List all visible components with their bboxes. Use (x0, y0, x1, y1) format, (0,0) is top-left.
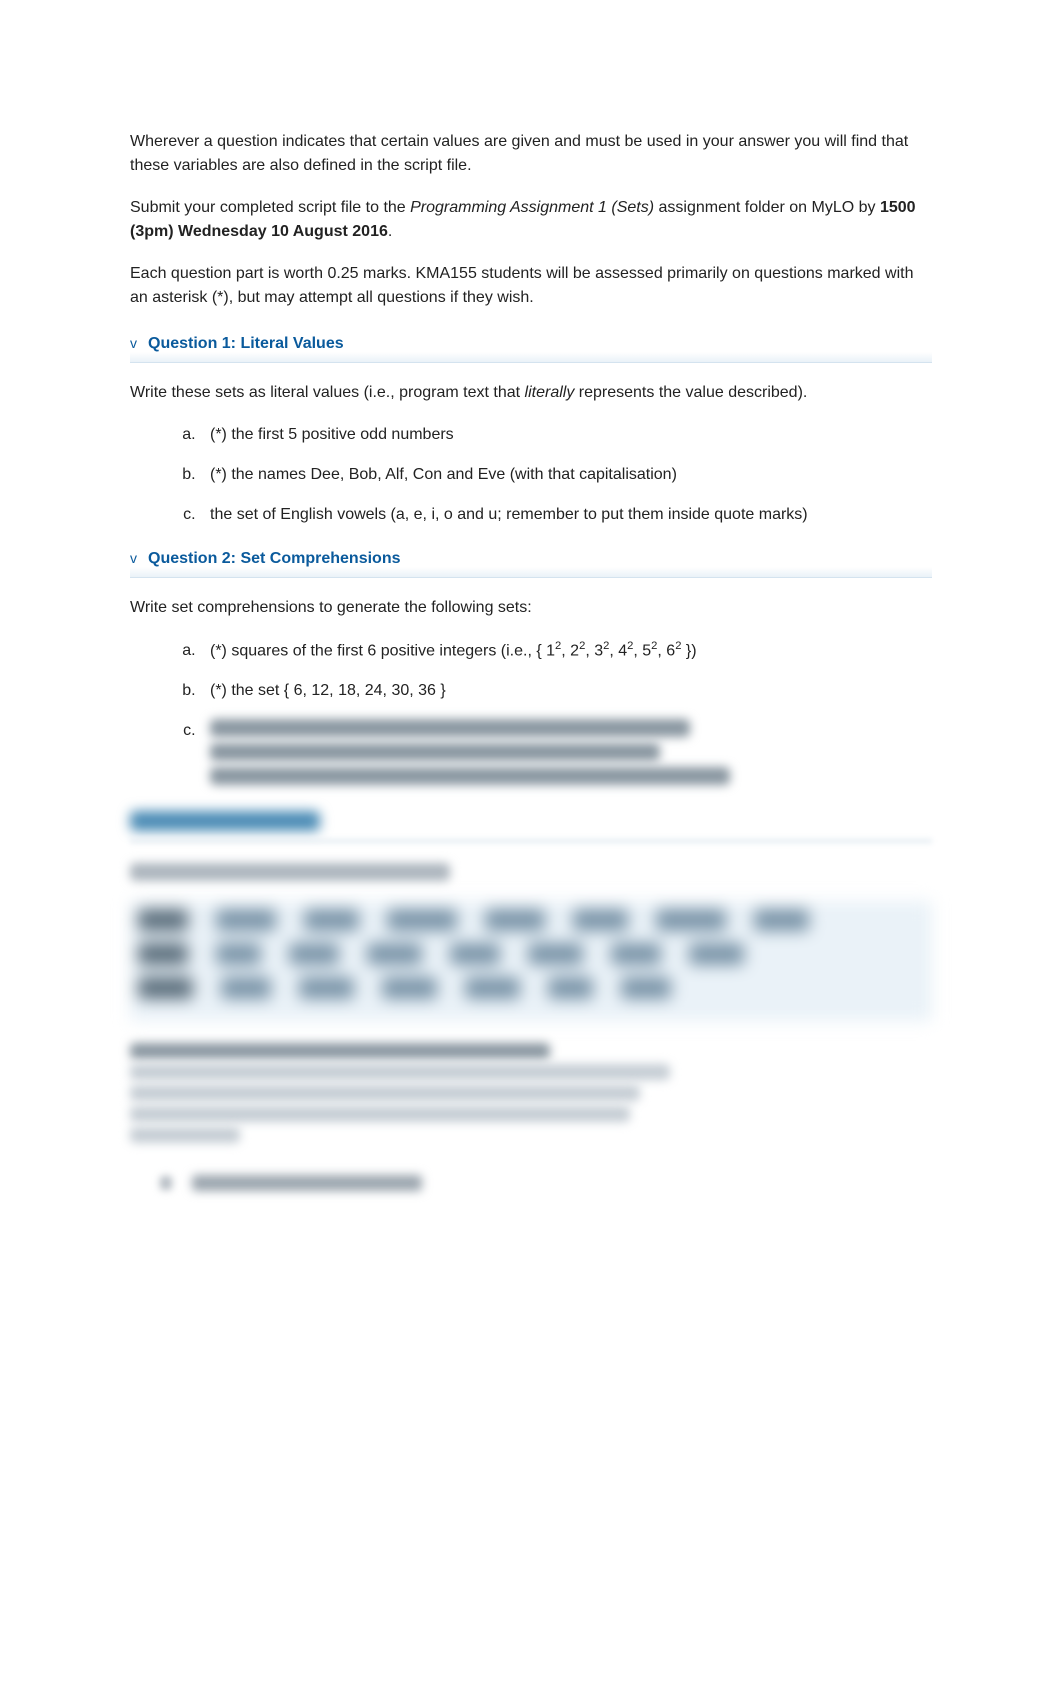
question-2-intro: Write set comprehensions to generate the… (130, 596, 932, 620)
question-1-list: (*) the first 5 positive odd numbers (*)… (130, 423, 932, 527)
question-1-intro: Write these sets as literal values (i.e.… (130, 381, 932, 405)
list-item-blurred (200, 719, 932, 785)
question-2-header[interactable]: vQuestion 2: Set Comprehensions (130, 543, 932, 578)
blurred-content (130, 811, 932, 1195)
list-item: (*) the first 5 positive odd numbers (200, 423, 932, 447)
intro-paragraph-2: Submit your completed script file to the… (130, 196, 932, 244)
question-1-header[interactable]: vQuestion 1: Literal Values (130, 328, 932, 363)
list-item: (*) the names Dee, Bob, Alf, Con and Eve… (200, 463, 932, 487)
caret-down-icon: v (130, 333, 144, 354)
question-2-list: (*) squares of the first 6 positive inte… (130, 638, 932, 785)
intro-paragraph-1: Wherever a question indicates that certa… (130, 130, 932, 178)
list-item: (*) the set { 6, 12, 18, 24, 30, 36 } (200, 679, 932, 703)
list-item: the set of English vowels (a, e, i, o an… (200, 503, 932, 527)
list-item: (*) squares of the first 6 positive inte… (200, 638, 932, 663)
intro-paragraph-3: Each question part is worth 0.25 marks. … (130, 262, 932, 310)
caret-down-icon: v (130, 548, 144, 569)
